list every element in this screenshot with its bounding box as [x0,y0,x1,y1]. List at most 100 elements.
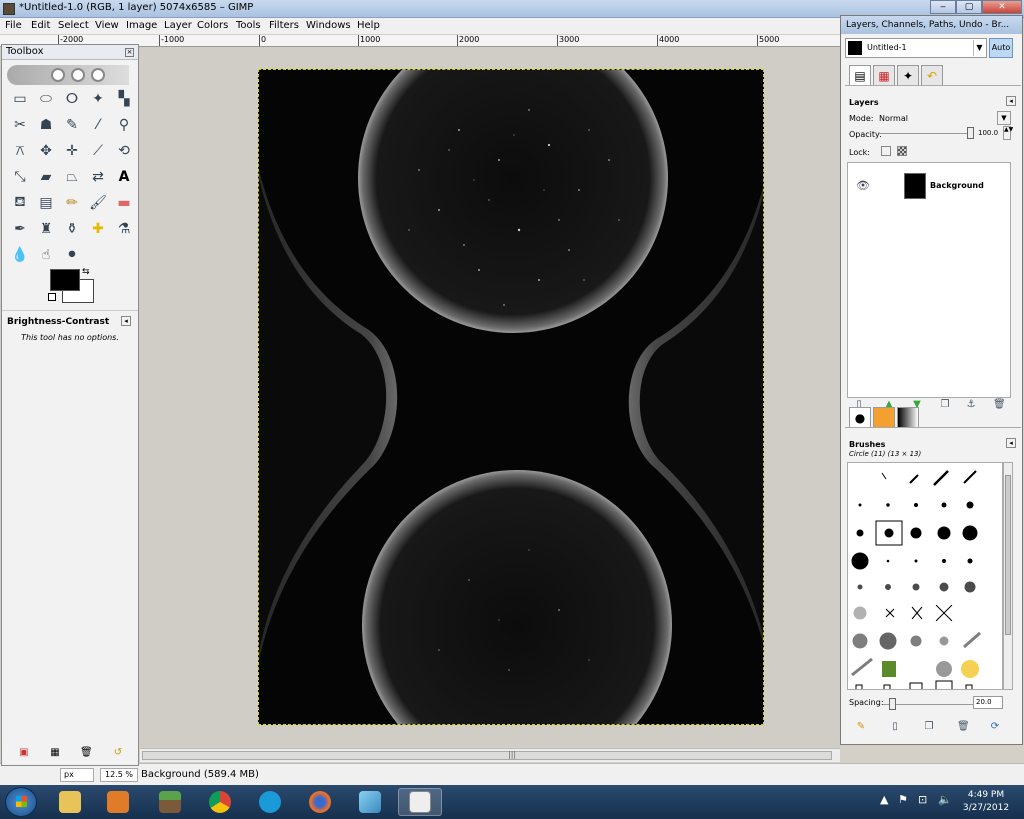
system-clock[interactable]: 4:49 PM 3/27/2012 [958,789,1014,815]
auto-button[interactable]: Auto [989,38,1013,58]
rect-select-icon[interactable]: ▭ [10,89,30,109]
foreground-color-swatch[interactable] [50,269,80,291]
paths-icon[interactable]: ✎ [62,115,82,135]
color-select-icon[interactable]: ▚ [114,89,134,109]
chevron-down-icon[interactable]: ▼ [973,40,985,56]
taskbar-app[interactable] [348,788,392,816]
ink-icon[interactable]: ♜ [36,219,56,239]
pencil-icon[interactable]: ✏ [62,193,82,213]
taskbar-media-player[interactable] [96,788,140,816]
heal-icon[interactable]: ✚ [88,219,108,239]
opacity-value[interactable]: 100.0 [978,127,1002,139]
perspective-icon[interactable]: ⏢ [62,167,82,187]
menu-edit[interactable]: Edit [31,20,50,31]
delete-options-icon[interactable]: 🗑 [80,747,93,759]
taskbar-explorer[interactable] [48,788,92,816]
blend-icon[interactable]: ▤ [36,193,56,213]
brush-grid[interactable] [847,462,1003,690]
menu-windows[interactable]: Windows [306,20,351,31]
image-canvas[interactable] [258,69,764,725]
crop-icon[interactable]: ⟋ [88,141,108,161]
menu-select[interactable]: Select [58,20,89,31]
zoom-select[interactable]: 12.5 % [100,768,138,782]
save-options-icon[interactable]: ▣ [18,747,30,759]
taskbar-gimp[interactable] [398,788,442,816]
menu-filters[interactable]: Filters [269,20,299,31]
flip-icon[interactable]: ⇄ [88,167,108,187]
clone-icon[interactable]: ⚱ [62,219,82,239]
free-select-icon[interactable]: ⵔ [62,89,82,109]
delete-brush-icon[interactable]: 🗑 [957,721,970,733]
scale-icon[interactable]: ⤡ [10,167,30,187]
taskbar-skype[interactable] [248,788,292,816]
close-icon[interactable]: × [125,48,134,57]
taskbar-firefox[interactable] [298,788,342,816]
dodge-burn-icon[interactable]: ⚫ [62,245,82,265]
layer-list[interactable]: 👁 Background [847,162,1011,398]
spacing-value[interactable]: 20.0 [973,696,1003,709]
eraser-icon[interactable]: ▬ [114,193,134,213]
tab-undo-icon[interactable]: ↶ [921,65,943,85]
tab-gradients-icon[interactable] [897,407,919,427]
mode-select[interactable]: Normal [879,114,908,123]
swap-colors-icon[interactable]: ⇆ [82,267,90,277]
paintbrush-icon[interactable]: 🖌 [88,193,108,213]
opacity-slider-handle[interactable] [967,127,974,139]
eye-icon[interactable]: 👁 [856,179,870,192]
move-icon[interactable]: ✥ [36,141,56,161]
maximize-icon[interactable]: ▢ [956,0,982,14]
reset-colors-icon[interactable] [48,293,56,301]
tab-paths-icon[interactable]: ✦ [897,65,919,85]
unit-select[interactable]: px [60,768,94,782]
layer-row[interactable]: 👁 Background [848,171,1010,201]
image-select[interactable]: Untitled-1 ▼ [845,38,987,58]
volume-icon[interactable]: 🔈 [938,793,952,806]
blur-icon[interactable]: 💧 [10,245,30,265]
rotate-icon[interactable]: ⟲ [114,141,134,161]
close-window-icon[interactable]: ✕ [982,0,1022,14]
menu-image[interactable]: Image [126,20,157,31]
shear-icon[interactable]: ▰ [36,167,56,187]
smudge-icon[interactable]: ☝ [36,245,56,265]
scrollbar-thumb[interactable] [142,751,832,760]
measure-icon[interactable]: ⚻ [10,141,30,161]
menu-view[interactable]: View [95,20,119,31]
horizontal-scrollbar[interactable]: ||| [140,748,840,762]
tab-brushes-icon[interactable]: ● [849,407,871,427]
ellipse-select-icon[interactable]: ⬭ [36,89,56,109]
brush-scrollbar[interactable] [1003,462,1013,690]
refresh-brushes-icon[interactable]: ⟳ [989,721,1001,733]
opacity-slider[interactable] [879,133,971,134]
minimize-icon[interactable]: ‒ [930,0,956,14]
menu-file[interactable]: File [5,20,22,31]
chevron-down-icon[interactable]: ▼ [997,111,1011,125]
wilber-banner[interactable] [7,65,129,85]
reset-options-icon[interactable]: ↺ [112,747,124,759]
edit-brush-icon[interactable]: ✎ [855,721,867,733]
bucket-fill-icon[interactable]: ⛾ [10,193,30,213]
lock-alpha-checkbox[interactable] [897,146,907,156]
zoom-icon[interactable]: ⚲ [114,115,134,135]
menu-tools[interactable]: Tools [236,20,261,31]
fuzzy-select-icon[interactable]: ✦ [88,89,108,109]
menu-help[interactable]: Help [357,20,380,31]
tab-channels-icon[interactable]: ▦ [873,65,895,85]
network-icon[interactable]: ⊡ [918,793,927,806]
foreground-select-icon[interactable]: ☗ [36,115,56,135]
menu-colors[interactable]: Colors [197,20,228,31]
panel-menu-icon[interactable]: ◂ [1006,96,1016,106]
align-icon[interactable]: ✛ [62,141,82,161]
menu-layer[interactable]: Layer [164,20,192,31]
color-swatches[interactable]: ⇆ [48,267,98,305]
panel-menu-icon[interactable]: ◂ [1006,438,1016,448]
panel-menu-icon[interactable]: ◂ [121,316,131,326]
tab-patterns-icon[interactable] [873,407,895,427]
lock-pixels-checkbox[interactable] [881,146,891,156]
scissors-icon[interactable]: ✂ [10,115,30,135]
flag-icon[interactable]: ⚑ [898,793,908,806]
tab-layers-icon[interactable]: ▤ [849,65,871,85]
new-brush-icon[interactable]: ▯ [889,721,901,733]
duplicate-brush-icon[interactable]: ❐ [923,721,935,733]
color-picker-icon[interactable]: ⁄ [88,115,108,135]
start-button[interactable] [5,787,37,817]
